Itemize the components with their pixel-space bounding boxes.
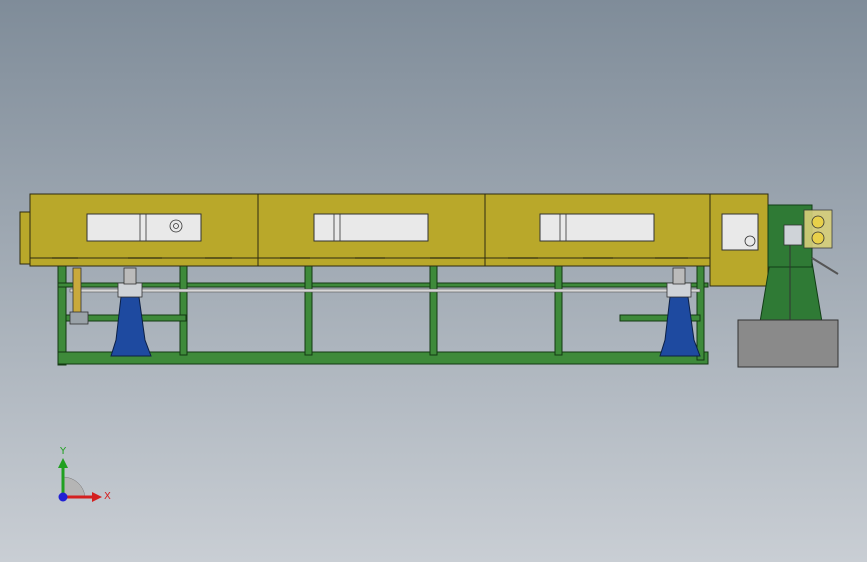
cad-viewport[interactable]: Y X	[0, 0, 867, 562]
x-axis-label: X	[104, 491, 111, 502]
drive-shaft	[69, 288, 701, 293]
z-axis-origin	[58, 492, 68, 502]
base-block	[737, 319, 839, 368]
y-axis-label: Y	[59, 446, 67, 457]
